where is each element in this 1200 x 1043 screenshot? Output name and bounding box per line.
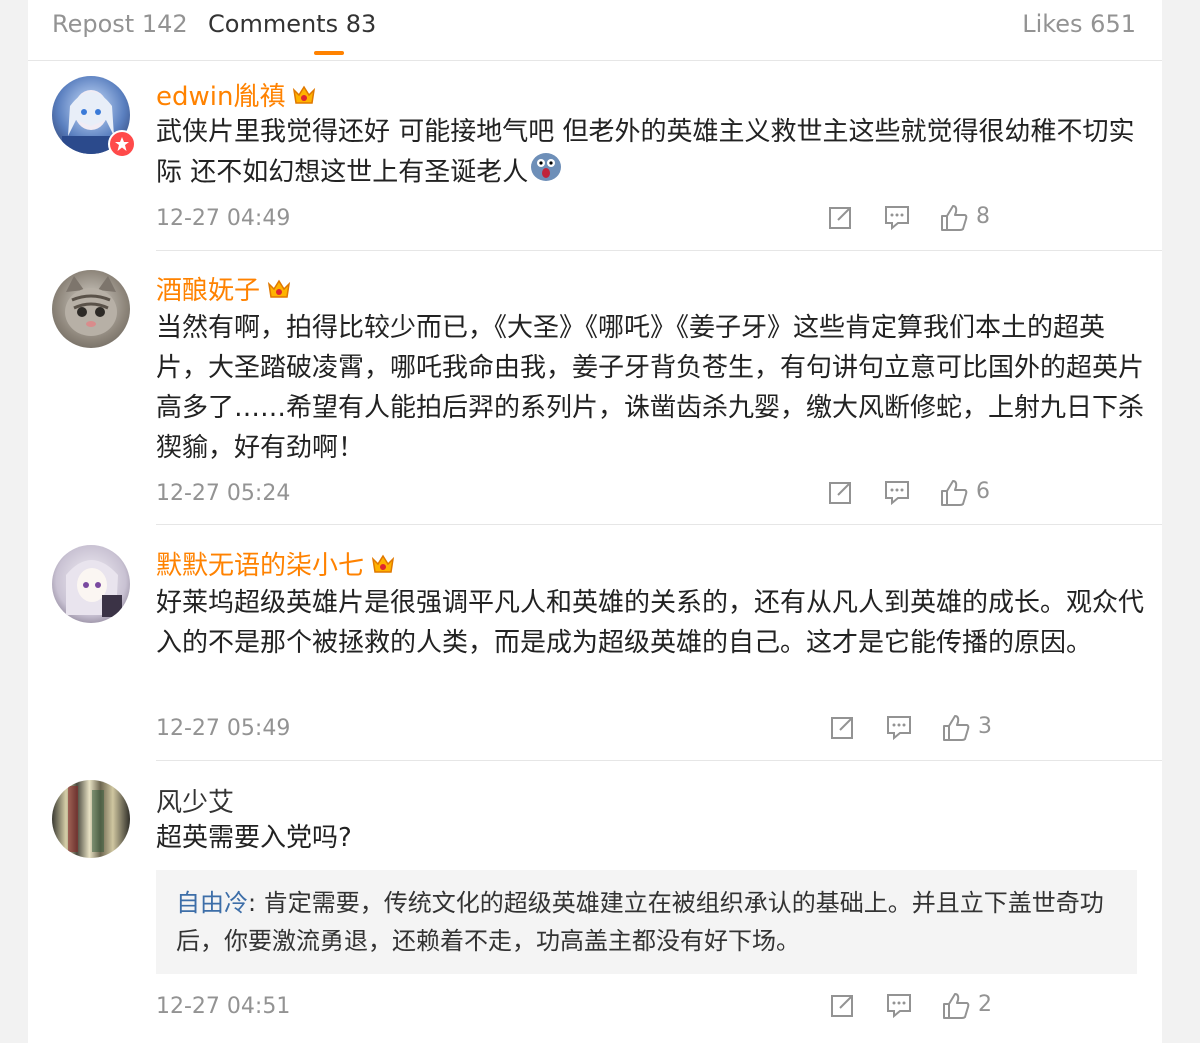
comment-text: 超英需要入党吗? [156,823,352,853]
repost-icon[interactable] [830,714,856,744]
username-text[interactable]: edwin胤禛 [156,82,285,112]
repost-icon[interactable] [830,992,856,1022]
thumbs-up-icon[interactable] [942,992,970,1024]
comment-text: 武侠片里我觉得还好 可能接地气吧 但老外的英雄主义救世主这些就觉得很幼稚不切实际… [156,112,1146,194]
scared-face-emoji [530,152,562,194]
comment-time: 12-27 05:49 [156,716,291,741]
like-count: 8 [976,204,990,229]
thumbs-up-icon[interactable] [940,204,968,236]
comment-time: 12-27 05:24 [156,481,291,506]
comment-divider [156,250,1162,251]
comment-actions: 2 [831,992,1138,1024]
avatar[interactable] [52,270,130,348]
reply-text: : 肯定需要，传统文化的超级英雄建立在被组织承认的基础上。并且立下盖世奇功后，你… [176,889,1104,955]
crown-icon [370,552,396,582]
comment-icon[interactable] [886,992,912,1022]
reply-box[interactable]: 自由冷: 肯定需要，传统文化的超级英雄建立在被组织承认的基础上。并且立下盖世奇功… [156,870,1137,974]
active-tab-indicator [314,51,344,55]
avatar[interactable] [52,780,130,858]
crown-icon [266,277,292,307]
comment-body: 武侠片里我觉得还好 可能接地气吧 但老外的英雄主义救世主这些就觉得很幼稚不切实际… [156,117,1135,188]
comment-actions: 6 [829,479,1138,511]
comment-username[interactable]: 酒酿妩子 [156,270,292,307]
comment-username[interactable]: 默默无语的柒小七 [156,545,396,582]
comment-username[interactable]: 风少艾 [156,782,234,819]
comments-panel: Repost 142 Comments 83 Likes 651 edwin胤禛… [28,0,1162,1043]
username-text[interactable]: 酒酿妩子 [156,276,260,306]
comment-text: 当然有啊，拍得比较少而已，《大圣》《哪吒》《姜子牙》这些肯定算我们本土的超英片，… [156,313,1145,463]
comment-icon[interactable] [884,479,910,509]
like-count: 2 [978,992,992,1017]
like-count: 6 [976,479,990,504]
thumbs-up-icon[interactable] [942,714,970,746]
reply-author[interactable]: 自由冷 [176,889,248,917]
comment-icon[interactable] [884,204,910,234]
avatar[interactable] [52,545,130,623]
tab-comments[interactable]: Comments 83 [208,10,376,38]
comment-actions: 8 [829,204,1138,236]
tab-bar: Repost 142 Comments 83 Likes 651 [28,0,1162,61]
verified-badge-icon [108,130,136,158]
comment-text: 好莱坞超级英雄片是很强调平凡人和英雄的关系的，还有从凡人到英雄的成长。观众代入的… [156,588,1145,658]
thumbs-up-icon[interactable] [940,479,968,511]
repost-icon[interactable] [828,204,854,234]
like-count: 3 [978,714,992,739]
tab-likes[interactable]: Likes 651 [1022,10,1136,38]
comment-icon[interactable] [886,714,912,744]
comment-time: 12-27 04:51 [156,994,291,1019]
comment-time: 12-27 04:49 [156,206,291,231]
tab-repost[interactable]: Repost 142 [52,10,188,38]
comment-divider [156,524,1162,525]
comment-username[interactable]: edwin胤禛 [156,76,317,113]
crown-icon [291,83,317,113]
comment-divider [156,760,1162,761]
username-text[interactable]: 默默无语的柒小七 [156,551,364,581]
comment-actions: 3 [831,714,1138,746]
repost-icon[interactable] [828,479,854,509]
